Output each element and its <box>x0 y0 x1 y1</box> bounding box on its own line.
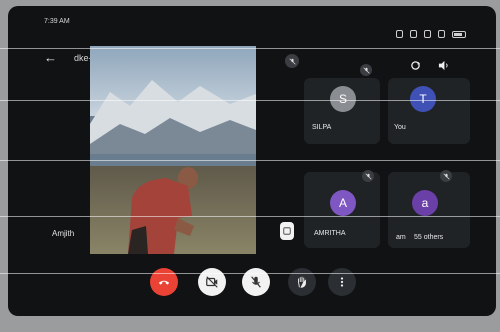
pip-toggle-button[interactable] <box>280 222 294 240</box>
avatar-you: T <box>410 86 436 112</box>
mic-off-icon <box>440 170 452 182</box>
meet-app-screen: 7:39 AM ← dke-ppzs-qiv › Amjith <box>8 6 496 316</box>
speaker-icon[interactable] <box>436 58 450 72</box>
screen-glare-line <box>0 160 500 161</box>
vibrate-icon <box>410 30 417 38</box>
video-mountains <box>90 80 256 154</box>
alarm-icon <box>396 30 403 38</box>
others-count: 55 others <box>414 234 444 241</box>
tile-name-amritha: AMRITHA <box>314 230 346 237</box>
status-icons <box>396 30 466 38</box>
participant-tile-amritha[interactable]: A AMRITHA <box>304 170 380 248</box>
more-vert-icon <box>340 277 344 287</box>
call-controls <box>8 268 496 308</box>
participant-tile-silpa[interactable]: S SILPA <box>304 64 380 144</box>
tile-name-silpa: SILPA <box>312 124 332 131</box>
signal-icon <box>424 30 431 38</box>
participant-tile-you[interactable]: T You <box>388 78 470 144</box>
status-bar: 7:39 AM <box>8 6 496 38</box>
raise-hand-icon <box>298 276 306 288</box>
mic-off-icon <box>362 170 374 182</box>
avatar-silpa: S <box>330 86 356 112</box>
participant-tile-others[interactable]: a am 55 others <box>388 170 470 248</box>
tile-name-am: am <box>396 234 406 241</box>
status-time: 7:39 AM <box>44 18 70 25</box>
screen-glare-line <box>0 216 500 217</box>
mic-off-icon <box>251 276 261 288</box>
back-arrow-icon[interactable]: ← <box>44 51 57 64</box>
video-person <box>128 167 198 254</box>
avatar-am: a <box>412 190 438 216</box>
main-participant-name: Amjith <box>52 229 75 238</box>
tile-name-you: You <box>394 124 406 131</box>
wifi-icon <box>438 30 445 38</box>
main-video-feed[interactable] <box>90 46 256 254</box>
screen-glare-line <box>0 273 500 274</box>
switch-camera-icon[interactable] <box>408 58 422 72</box>
mic-off-icon <box>360 64 372 76</box>
video-off-icon <box>206 276 218 288</box>
avatar-amritha: A <box>330 190 356 216</box>
end-call-icon <box>158 280 170 285</box>
mic-muted-indicator <box>285 54 299 68</box>
screen-glare-line <box>0 48 500 49</box>
screen-glare-line <box>0 100 500 101</box>
battery-icon <box>452 30 466 38</box>
